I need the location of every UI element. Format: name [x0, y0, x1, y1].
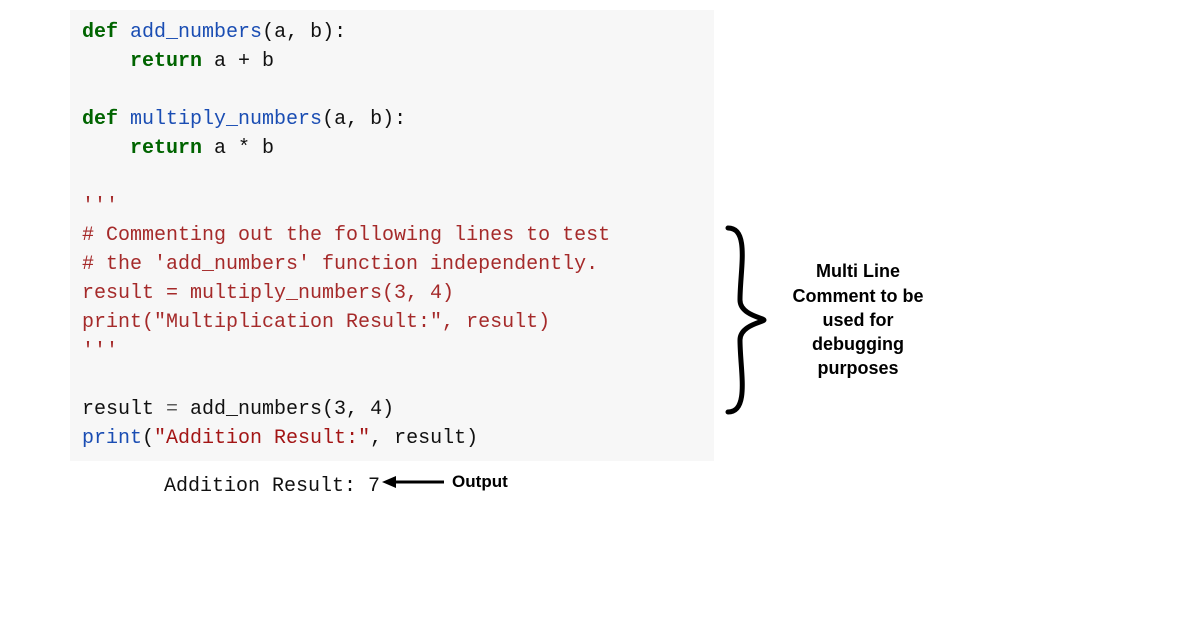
arrow-left-icon — [382, 472, 446, 492]
code-column: def add_numbers(a, b): return a + b def … — [70, 10, 714, 498]
args-rest: , result) — [370, 427, 478, 450]
comment-line: # the 'add_numbers' function independent… — [82, 253, 598, 276]
params: (a, b): — [322, 108, 406, 131]
stmt-rhs: add_numbers(3, 4) — [178, 398, 394, 421]
output-row: Addition Result: 7 Output — [70, 465, 714, 498]
comment-line: # Commenting out the following lines to … — [82, 224, 610, 247]
main-container: def add_numbers(a, b): return a + b def … — [0, 0, 1200, 498]
function-name-multiply: multiply_numbers — [130, 108, 322, 131]
builtin-print: print — [82, 427, 142, 450]
annotation-line: Multi Line — [778, 259, 938, 283]
annotation-line: debugging — [778, 332, 938, 356]
comment-line: result = multiply_numbers(3, 4) — [82, 282, 454, 305]
annotation-line: Comment to be — [778, 284, 938, 308]
paren: ( — [142, 427, 154, 450]
string-literal: "Addition Result:" — [154, 427, 370, 450]
triple-quote-close: ''' — [82, 340, 118, 363]
stmt-lhs: result — [82, 398, 166, 421]
annotation-line: used for — [778, 308, 938, 332]
params: (a, b): — [262, 21, 346, 44]
curly-brace-icon — [720, 220, 770, 420]
output-label: Output — [452, 472, 508, 492]
keyword-return: return — [82, 50, 202, 73]
output-text: Addition Result: 7 — [152, 465, 380, 498]
annotation-line: purposes — [778, 356, 938, 380]
triple-quote-open: ''' — [82, 195, 118, 218]
expr: a * b — [202, 137, 274, 160]
expr: a + b — [202, 50, 274, 73]
annotation-column: Multi Line Comment to be used for debugg… — [720, 220, 938, 420]
function-name-add: add_numbers — [130, 21, 262, 44]
comment-line: print("Multiplication Result:", result) — [82, 311, 550, 334]
operator-eq: = — [166, 398, 178, 421]
annotation-text: Multi Line Comment to be used for debugg… — [778, 259, 938, 380]
code-block: def add_numbers(a, b): return a + b def … — [70, 10, 714, 461]
keyword-def: def — [82, 108, 118, 131]
keyword-def: def — [82, 21, 118, 44]
keyword-return: return — [82, 137, 202, 160]
